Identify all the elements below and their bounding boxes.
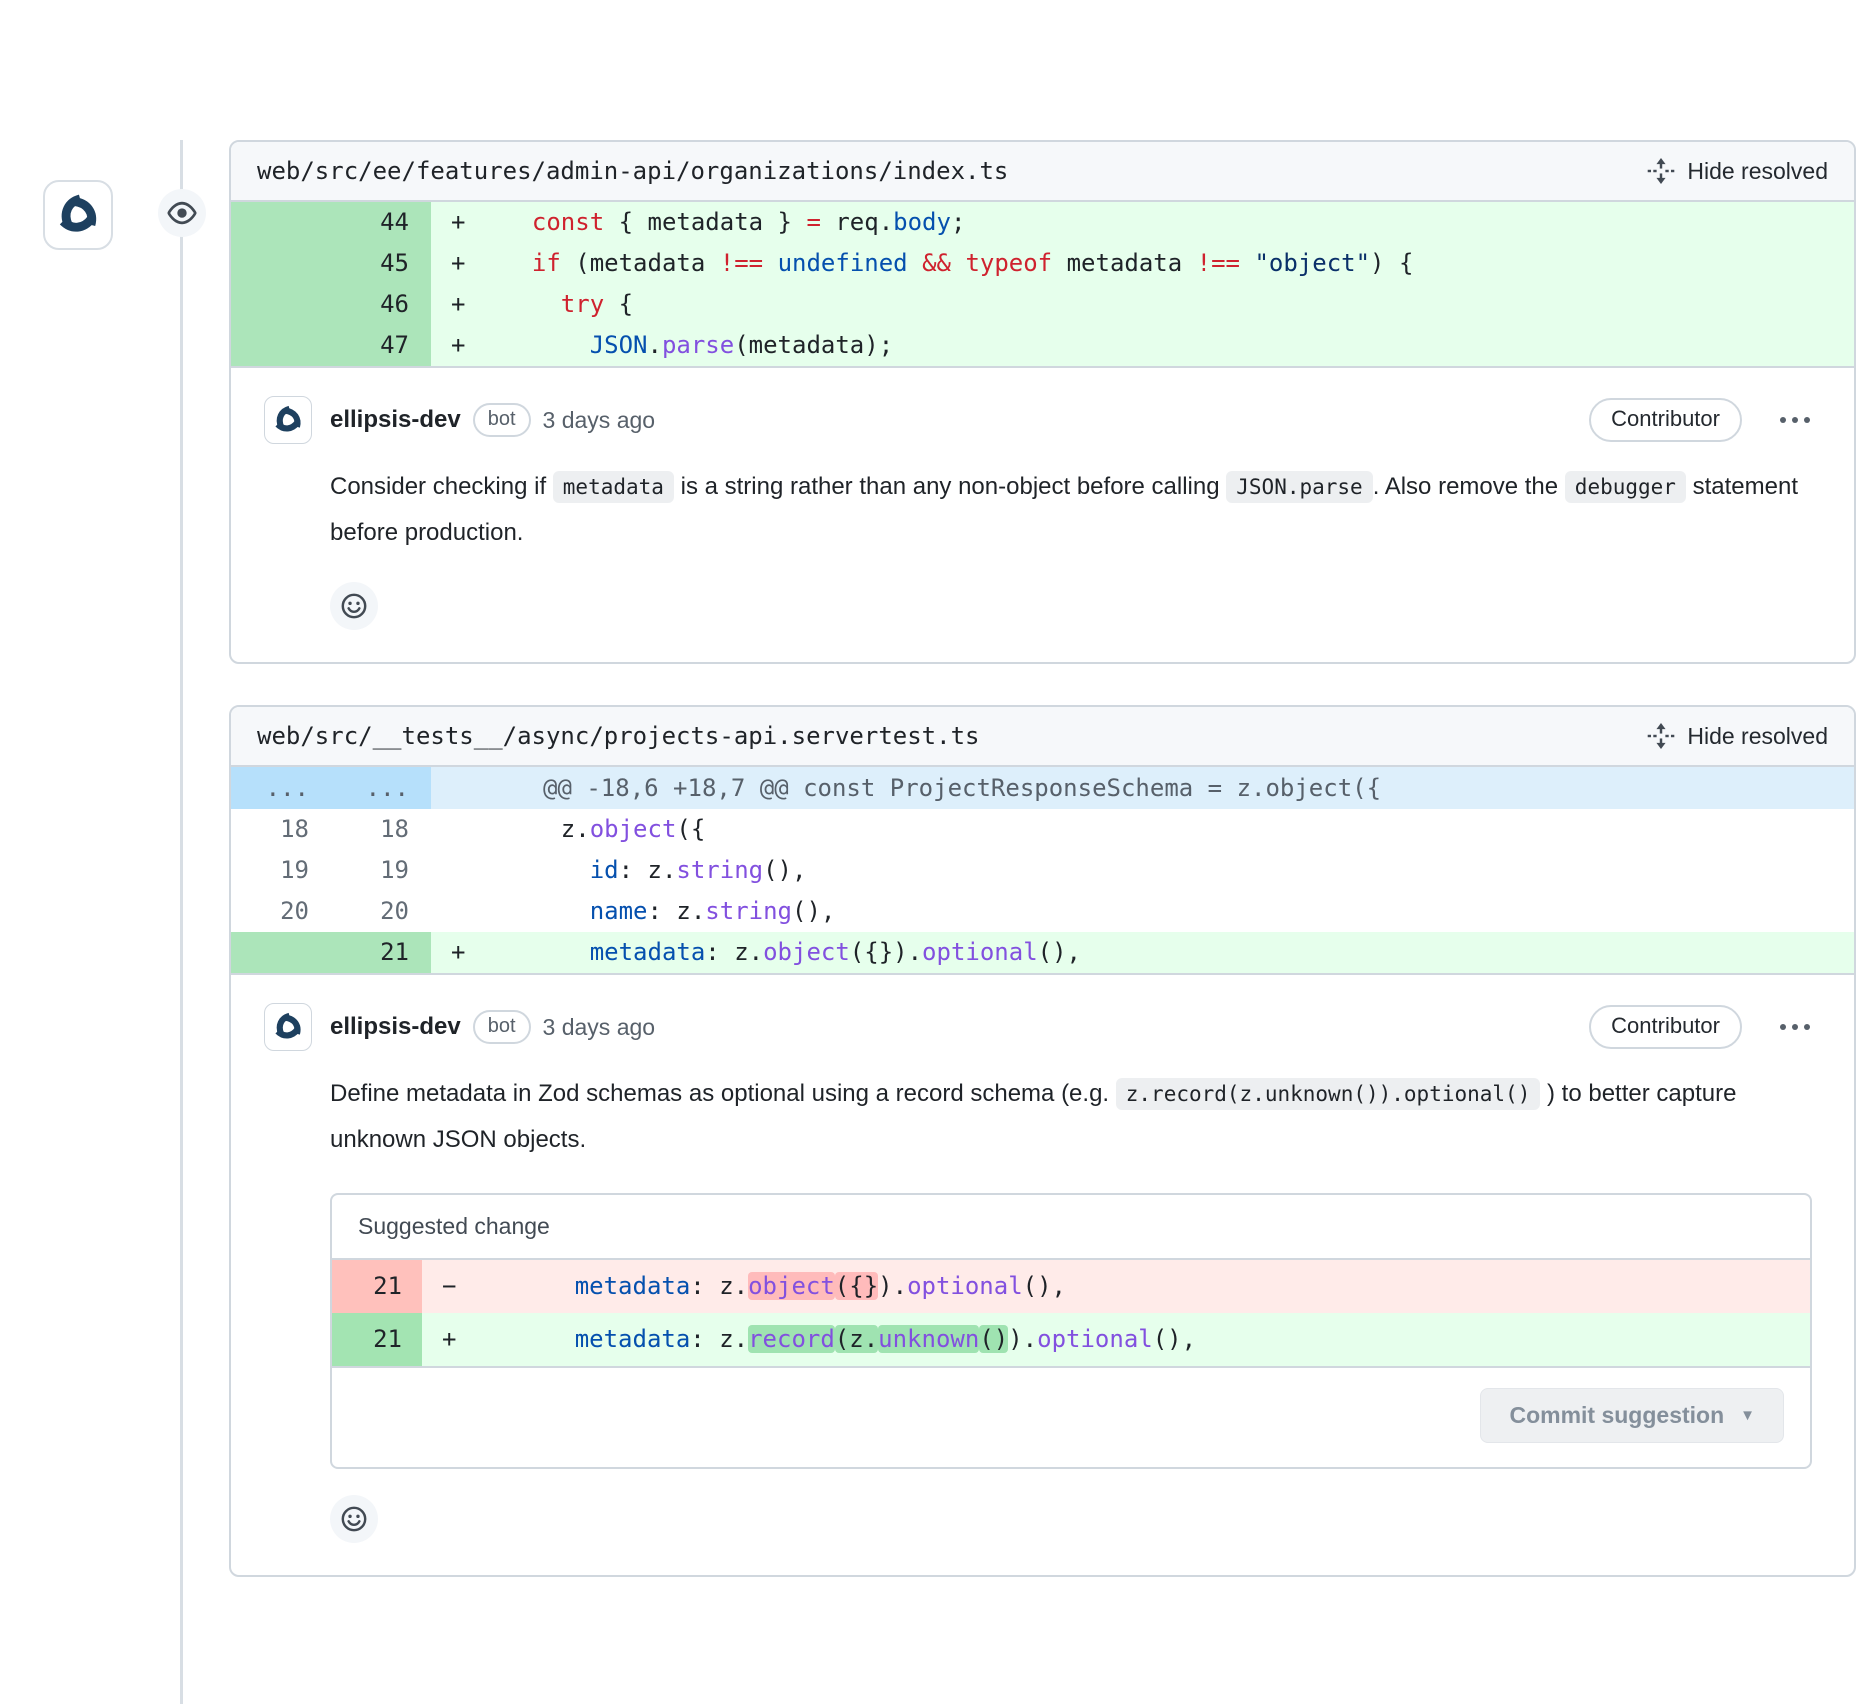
commit-suggestion-button[interactable]: Commit suggestion ▼ [1480, 1388, 1784, 1443]
add-reaction-button[interactable] [330, 1495, 378, 1543]
comment-options-kebab-icon[interactable] [1776, 1016, 1814, 1038]
file-path-link[interactable]: web/src/ee/features/admin-api/organizati… [257, 157, 1008, 185]
diff-row: ......@@ -18,6 +18,7 @@ const ProjectRes… [231, 767, 1854, 809]
diff-row: 2020 name: z.string(), [231, 891, 1854, 932]
timeline-line [180, 140, 183, 1704]
inline-code: JSON.parse [1226, 471, 1372, 503]
review-comment: ellipsis-dev bot 3 days ago Contributor … [231, 366, 1854, 662]
comment-header: ellipsis-dev bot 3 days ago Contributor [264, 1003, 1824, 1051]
add-reaction-button[interactable] [330, 582, 378, 630]
comment-body: Consider checking if metadata is a strin… [330, 464, 1824, 556]
bot-badge: bot [473, 403, 531, 437]
unfold-icon [1647, 722, 1675, 750]
diff-row: 1919 id: z.string(), [231, 850, 1854, 891]
diff-table: 44+ const { metadata } = req.body;45+ if… [231, 202, 1854, 366]
diff-row: 44+ const { metadata } = req.body; [231, 202, 1854, 243]
suggestion-diff: 21− metadata: z.object({}).optional(),21… [332, 1260, 1810, 1366]
diff-file-header: web/src/ee/features/admin-api/organizati… [231, 142, 1854, 202]
contributor-badge: Contributor [1589, 398, 1742, 442]
suggested-change-block: Suggested change 21− metadata: z.object(… [330, 1193, 1812, 1469]
smiley-icon [340, 1505, 368, 1533]
review-thread-card: web/src/__tests__/async/projects-api.ser… [229, 705, 1856, 1577]
comment-options-kebab-icon[interactable] [1776, 409, 1814, 431]
contributor-badge: Contributor [1589, 1005, 1742, 1049]
hide-resolved-label: Hide resolved [1687, 158, 1828, 185]
suggestion-row: 21+ metadata: z.record(z.unknown()).opti… [332, 1313, 1810, 1366]
diff-row: 45+ if (metadata !== undefined && typeof… [231, 243, 1854, 284]
comment-header: ellipsis-dev bot 3 days ago Contributor [264, 396, 1824, 444]
unfold-icon [1647, 157, 1675, 185]
inline-code: debugger [1565, 471, 1686, 503]
inline-code: z.record(z.unknown()).optional() [1116, 1078, 1541, 1110]
diff-row: 46+ try { [231, 284, 1854, 325]
diff-row: 1818 z.object({ [231, 809, 1854, 850]
comment-author[interactable]: ellipsis-dev [330, 406, 461, 434]
diff-row: 21+ metadata: z.object({}).optional(), [231, 932, 1854, 973]
review-comment: ellipsis-dev bot 3 days ago Contributor … [231, 973, 1854, 1575]
file-path-link[interactable]: web/src/__tests__/async/projects-api.ser… [257, 722, 979, 750]
suggested-change-title: Suggested change [332, 1195, 1810, 1260]
comment-timestamp[interactable]: 3 days ago [543, 407, 656, 434]
comment-body: Define metadata in Zod schemas as option… [330, 1071, 1824, 1163]
comment-avatar[interactable] [264, 396, 312, 444]
hide-resolved-label: Hide resolved [1687, 723, 1828, 750]
eye-icon [167, 198, 197, 228]
diff-table: ......@@ -18,6 +18,7 @@ const ProjectRes… [231, 767, 1854, 973]
diff-file-header: web/src/__tests__/async/projects-api.ser… [231, 707, 1854, 767]
comment-author[interactable]: ellipsis-dev [330, 1013, 461, 1041]
ellipsis-logo-icon [52, 189, 104, 241]
commit-suggestion-label: Commit suggestion [1509, 1402, 1724, 1429]
suggestion-footer: Commit suggestion ▼ [332, 1366, 1810, 1467]
hide-resolved-button[interactable]: Hide resolved [1647, 722, 1828, 750]
review-thread-card: web/src/ee/features/admin-api/organizati… [229, 140, 1856, 664]
reviewer-avatar[interactable] [43, 180, 113, 250]
comment-avatar[interactable] [264, 1003, 312, 1051]
comment-timestamp[interactable]: 3 days ago [543, 1014, 656, 1041]
ellipsis-logo-icon [270, 1009, 306, 1045]
diff-row: 47+ JSON.parse(metadata); [231, 325, 1854, 366]
hide-resolved-button[interactable]: Hide resolved [1647, 157, 1828, 185]
inline-code: metadata [553, 471, 674, 503]
ellipsis-logo-icon [270, 402, 306, 438]
review-eye-badge [158, 189, 206, 237]
bot-badge: bot [473, 1010, 531, 1044]
suggestion-row: 21− metadata: z.object({}).optional(), [332, 1260, 1810, 1313]
chevron-down-icon: ▼ [1740, 1407, 1755, 1424]
smiley-icon [340, 592, 368, 620]
